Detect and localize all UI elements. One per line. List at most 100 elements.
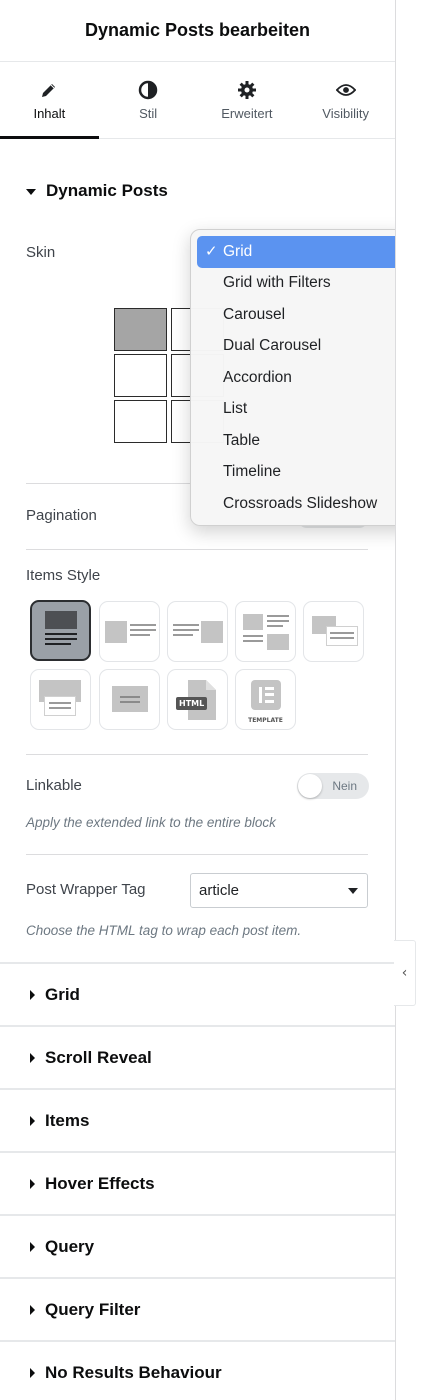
skin-option-timeline[interactable]: Timeline — [197, 457, 395, 489]
grid-cell — [114, 354, 167, 397]
section-title: Scroll Reveal — [45, 1047, 152, 1067]
tab-erweitert[interactable]: Erweitert — [198, 62, 297, 138]
linkable-help: Apply the extended link to the entire bl… — [26, 815, 276, 830]
post-wrapper-select[interactable]: article — [190, 873, 368, 908]
items-style-option-1[interactable] — [30, 600, 91, 661]
section-items[interactable]: Items — [0, 1088, 395, 1151]
items-style-option-template[interactable]: TEMPLATE — [235, 669, 296, 730]
section-query-filter[interactable]: Query Filter — [0, 1277, 395, 1340]
caret-right-icon — [30, 1367, 35, 1378]
eye-icon — [335, 80, 356, 100]
tile-line — [267, 620, 289, 622]
section-hover-effects[interactable]: Hover Effects — [0, 1151, 395, 1214]
skin-dropdown-menu: ✓ Grid Grid with Filters Carousel Dual C… — [190, 229, 395, 526]
tab-label: Stil — [139, 105, 158, 121]
caret-down-icon — [26, 189, 36, 195]
option-label: List — [223, 400, 248, 418]
items-style-option-html[interactable]: HTML — [167, 669, 228, 730]
tab-stil[interactable]: Stil — [99, 62, 198, 138]
items-style-option-7[interactable] — [99, 669, 160, 730]
divider — [26, 754, 368, 755]
option-label: Grid — [223, 242, 253, 260]
tab-label: Inhalt — [33, 105, 66, 121]
caret-right-icon — [30, 1052, 35, 1063]
checkmark-icon: ✓ — [205, 242, 218, 260]
tile-line — [173, 624, 199, 626]
linkable-control: Linkable — [26, 777, 82, 795]
section-title: Grid — [45, 984, 80, 1004]
grid-cell — [114, 308, 167, 351]
tile-line — [120, 696, 140, 698]
skin-option-crossroads-slideshow[interactable]: Crossroads Slideshow — [197, 488, 395, 520]
elementor-template-icon — [251, 680, 281, 710]
section-query[interactable]: Query — [0, 1214, 395, 1277]
section-scroll-reveal[interactable]: Scroll Reveal — [0, 1025, 395, 1088]
section-title: Query — [45, 1236, 95, 1256]
skin-option-grid-with-filters[interactable]: Grid with Filters — [197, 268, 395, 300]
tile-card — [44, 696, 76, 716]
html-badge: HTML — [176, 697, 208, 710]
tile-image-block — [243, 614, 263, 630]
items-style-option-5[interactable] — [303, 601, 364, 662]
skin-option-list[interactable]: List — [197, 394, 395, 426]
caret-right-icon — [30, 989, 35, 1000]
gear-icon — [237, 80, 257, 100]
linkable-toggle[interactable]: Nein — [297, 773, 369, 799]
items-style-option-4[interactable] — [235, 601, 296, 662]
post-wrapper-label: Post Wrapper Tag — [26, 881, 146, 898]
template-badge: TEMPLATE — [248, 717, 283, 724]
tab-visibility[interactable]: Visibility — [296, 62, 395, 138]
chevron-down-icon — [348, 888, 358, 894]
items-style-option-2[interactable] — [99, 601, 160, 662]
option-label: Timeline — [223, 463, 281, 481]
tile-line — [330, 632, 354, 634]
section-title: No Results Behaviour — [45, 1362, 222, 1382]
section-title: Hover Effects — [45, 1173, 155, 1193]
skin-option-grid[interactable]: ✓ Grid — [197, 236, 395, 268]
pagination-control: Pagination — [26, 507, 97, 525]
option-label: Carousel — [223, 305, 286, 323]
toggle-knob — [298, 774, 322, 798]
tile-line — [173, 634, 193, 636]
tile-line — [267, 615, 289, 617]
option-label: Grid with Filters — [223, 274, 331, 292]
section-no-results[interactable]: No Results Behaviour — [0, 1340, 395, 1400]
caret-right-icon — [30, 1178, 35, 1189]
tile-line — [130, 629, 156, 631]
skin-option-carousel[interactable]: Carousel — [197, 299, 395, 331]
panel-header: Dynamic Posts bearbeiten — [0, 0, 395, 62]
tile-image-block — [45, 611, 77, 629]
tile-line — [49, 702, 71, 704]
tile-line — [173, 629, 199, 631]
skin-label: Skin — [26, 244, 56, 261]
toggle-text: Nein — [332, 779, 357, 793]
skin-option-table[interactable]: Table — [197, 425, 395, 457]
section-title: Items — [45, 1110, 90, 1130]
divider — [26, 549, 368, 550]
section-toggle[interactable]: Dynamic Posts — [26, 139, 367, 243]
section-dynamic-posts: Dynamic Posts — [0, 139, 395, 243]
tile-card — [326, 626, 358, 646]
tab-bar: Inhalt Stil Erweitert Visibility — [0, 62, 395, 139]
skin-option-dual-carousel[interactable]: Dual Carousel — [197, 331, 395, 363]
tab-label: Visibility — [322, 105, 369, 121]
items-style-option-3[interactable] — [167, 601, 228, 662]
post-wrapper-help: Choose the HTML tag to wrap each post it… — [26, 923, 302, 938]
tile-line — [243, 640, 263, 642]
skin-control: Skin — [26, 244, 55, 262]
editor-panel: Dynamic Posts bearbeiten Inhalt Stil Erw… — [0, 0, 396, 1400]
section-grid[interactable]: Grid — [0, 962, 395, 1025]
items-style-option-6[interactable] — [30, 669, 91, 730]
pagination-label: Pagination — [26, 507, 97, 524]
option-label: Crossroads Slideshow — [223, 494, 378, 512]
skin-option-accordion[interactable]: Accordion — [197, 362, 395, 394]
tile-line — [45, 643, 71, 645]
tab-inhalt[interactable]: Inhalt — [0, 62, 99, 139]
tile-line — [243, 635, 263, 637]
tile-line — [130, 634, 150, 636]
items-style-control: Items Style — [26, 567, 100, 585]
panel-collapse-handle[interactable]: ‹ — [394, 940, 416, 1006]
section-title: Query Filter — [45, 1299, 141, 1319]
tile-image-block — [112, 686, 148, 712]
tile-image-block — [105, 621, 127, 643]
